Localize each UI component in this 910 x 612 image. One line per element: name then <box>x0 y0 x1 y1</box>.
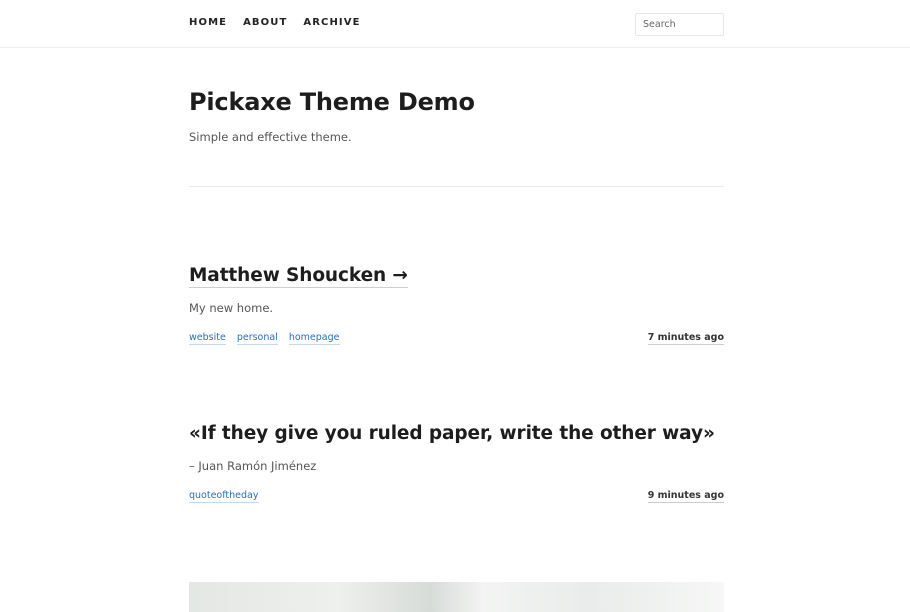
post-subtitle: My new home. <box>189 301 274 315</box>
post-title: «If they give you ruled paper, write the… <box>189 423 715 444</box>
site-title: Pickaxe Theme Demo <box>189 88 475 116</box>
nav-home-link[interactable]: HOME <box>189 17 227 29</box>
header-divider <box>189 186 724 187</box>
search-input[interactable] <box>635 13 724 36</box>
tag-link[interactable]: quoteoftheday <box>189 490 259 503</box>
post-tags: quoteoftheday <box>189 490 259 503</box>
post-timestamp[interactable]: 9 minutes ago <box>647 490 724 503</box>
tag-link[interactable]: homepage <box>288 332 340 345</box>
main-nav: HOME ABOUT ARCHIVE <box>189 17 361 29</box>
post-meta: quoteoftheday 9 minutes ago <box>189 490 724 504</box>
tag-link[interactable]: personal <box>236 332 278 345</box>
post-timestamp[interactable]: 7 minutes ago <box>647 332 724 345</box>
post-subtitle: – Juan Ramón Jiménez <box>189 459 317 473</box>
post-cover-image[interactable] <box>189 582 724 612</box>
post-tags: website personal homepage <box>189 332 340 345</box>
nav-archive-link[interactable]: ARCHIVE <box>303 17 360 29</box>
post-title-link[interactable]: Matthew Shoucken → <box>189 265 408 288</box>
tag-link[interactable]: website <box>189 332 226 345</box>
nav-about-link[interactable]: ABOUT <box>243 17 287 29</box>
post-meta: website personal homepage 7 minutes ago <box>189 332 724 346</box>
post-title: Matthew Shoucken → <box>189 264 724 288</box>
site-description: Simple and effective theme. <box>189 130 352 144</box>
top-navigation-bar: HOME ABOUT ARCHIVE <box>0 0 910 48</box>
